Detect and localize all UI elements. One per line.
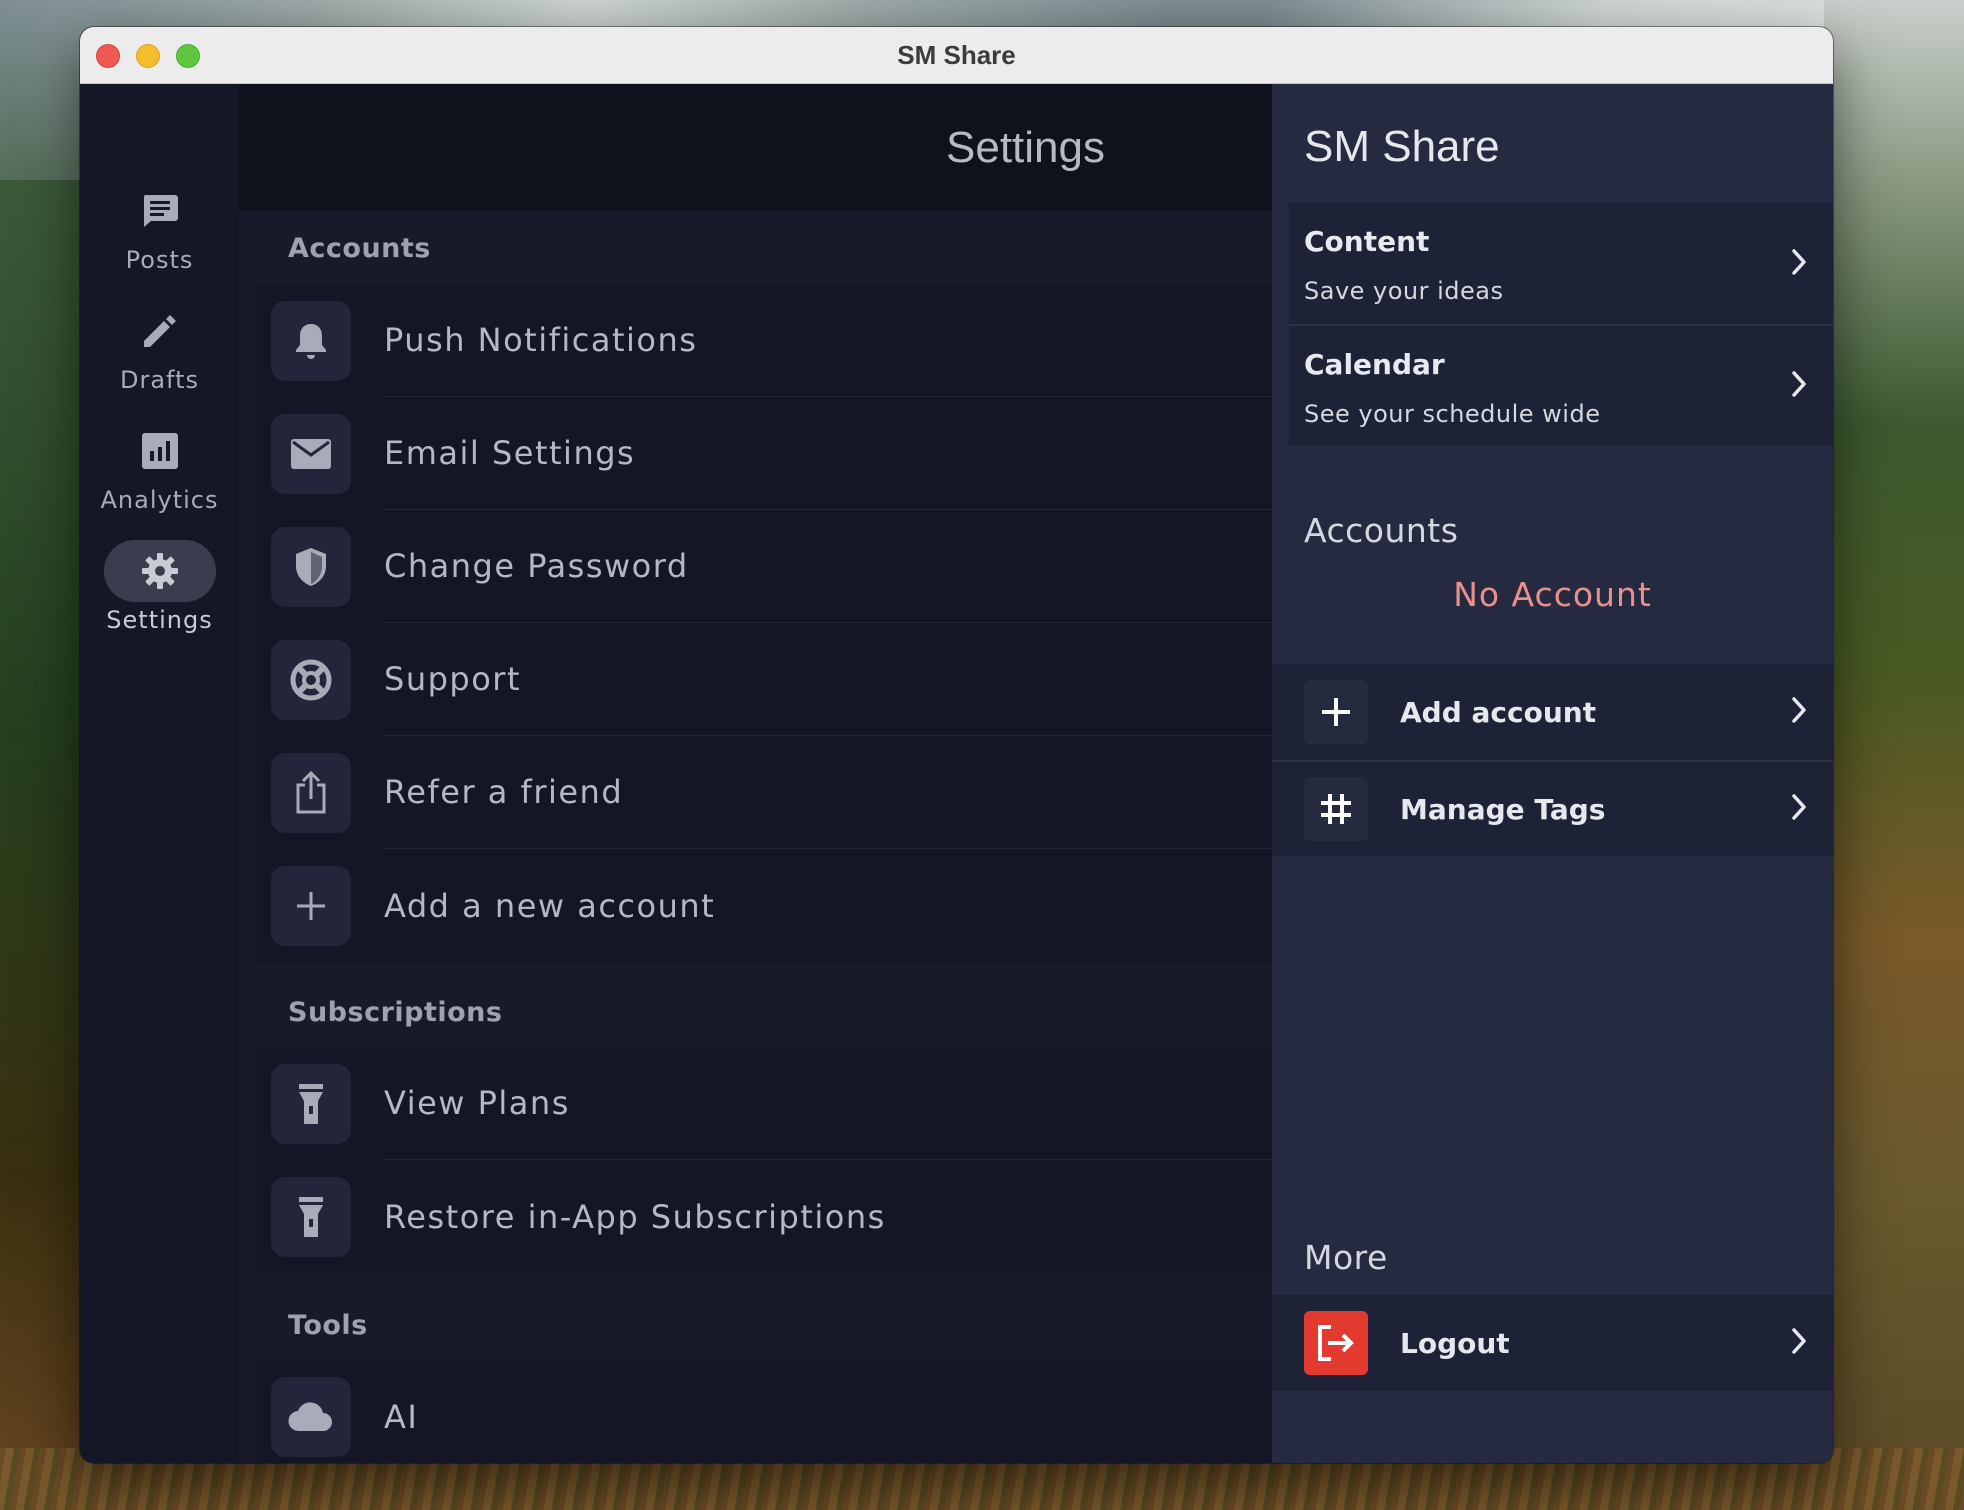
cloud-icon <box>271 1376 351 1457</box>
sidebar-item-label: Settings <box>106 606 213 634</box>
section-title-subscriptions: Subscriptions <box>288 997 503 1028</box>
sidebar-item-label: Analytics <box>100 486 219 514</box>
settings-row-ai[interactable]: AI <box>256 1360 1272 1463</box>
row-label: View Plans <box>384 1047 1272 1160</box>
chevron-right-icon <box>1791 793 1807 825</box>
settings-row-add-new-account[interactable]: Add a new account <box>256 849 1272 962</box>
bell-icon <box>271 300 351 381</box>
panel-section-more: More <box>1304 1238 1388 1277</box>
section-title-tools: Tools <box>288 1310 368 1341</box>
chevron-right-icon <box>1791 696 1807 728</box>
sidebar-item-posts[interactable]: Posts <box>80 180 239 292</box>
add-account-button[interactable]: Add account <box>1272 664 1833 760</box>
row-label: Restore in-App Subscriptions <box>384 1197 886 1236</box>
row-label: Change Password <box>384 510 1272 623</box>
row-label: Add a new account <box>384 886 716 925</box>
wallpaper-forest-left <box>0 180 90 1510</box>
row-label: AI <box>384 1397 419 1436</box>
panel-nav-content[interactable]: Content Save your ideas <box>1289 203 1833 324</box>
settings-row-refer-a-friend[interactable]: Refer a friend <box>256 736 1272 849</box>
settings-row-restore-subscriptions[interactable]: Restore in-App Subscriptions <box>256 1160 1272 1273</box>
sidebar-item-settings[interactable]: Settings <box>80 540 239 652</box>
sidebar-item-analytics[interactable]: Analytics <box>80 420 239 532</box>
logout-icon <box>1304 1311 1368 1375</box>
accounts-actions: Add account Manage Tags <box>1272 664 1833 856</box>
settings-row-push-notifications[interactable]: Push Notifications <box>256 284 1272 397</box>
section-title-accounts: Accounts <box>288 233 431 264</box>
hashtag-icon <box>1304 777 1368 841</box>
shield-icon <box>271 526 351 607</box>
close-window-button[interactable] <box>96 44 120 68</box>
side-panel: SM Share Content Save your ideas Calenda… <box>1272 84 1833 1463</box>
title-bar[interactable]: SM Share <box>80 27 1833 84</box>
minimize-window-button[interactable] <box>136 44 160 68</box>
chevron-right-icon <box>1791 1327 1807 1359</box>
more-actions: Logout <box>1272 1295 1833 1391</box>
settings-header: Settings <box>239 84 1272 211</box>
flashlight-icon <box>271 1063 351 1144</box>
action-label: Logout <box>1400 1326 1510 1360</box>
share-icon <box>271 752 351 833</box>
settings-row-email-settings[interactable]: Email Settings <box>256 397 1272 510</box>
sidebar-item-drafts[interactable]: Drafts <box>80 300 239 412</box>
flashlight-icon <box>271 1176 351 1257</box>
plus-icon <box>271 865 351 946</box>
gear-icon <box>103 540 216 602</box>
settings-row-change-password[interactable]: Change Password <box>256 510 1272 623</box>
window-title: SM Share <box>897 39 1016 70</box>
accounts-group: Push Notifications Email Settings Change… <box>256 284 1272 962</box>
wallpaper-vineyard-right <box>1824 0 1964 1510</box>
nav-subtitle: Save your ideas <box>1304 277 1504 305</box>
window-controls <box>96 44 200 68</box>
sidebar: Posts Drafts Analytics Settings <box>80 84 239 1463</box>
manage-tags-button[interactable]: Manage Tags <box>1272 760 1833 856</box>
pencil-icon <box>104 300 216 362</box>
subscriptions-group: View Plans Restore in-App Subscriptions <box>256 1047 1272 1273</box>
lifebuoy-icon <box>271 639 351 720</box>
logout-button[interactable]: Logout <box>1272 1295 1833 1391</box>
row-label: Email Settings <box>384 397 1272 510</box>
panel-nav-card: Content Save your ideas Calendar See you… <box>1289 203 1833 445</box>
plus-icon <box>1304 680 1368 744</box>
no-account-box: No Account <box>1272 544 1833 644</box>
nav-subtitle: See your schedule wide <box>1304 400 1601 428</box>
app-window: SM Share Posts Drafts Analytics Settings… <box>80 27 1833 1463</box>
nav-title: Content <box>1304 225 1430 258</box>
panel-title: SM Share <box>1304 122 1500 171</box>
envelope-icon <box>271 413 351 494</box>
settings-main: Settings Accounts Push Notifications Ema… <box>239 84 1272 1463</box>
row-label: Refer a friend <box>384 736 1272 849</box>
settings-scroll-area[interactable]: Accounts Push Notifications Email Settin… <box>239 211 1272 1463</box>
settings-row-view-plans[interactable]: View Plans <box>256 1047 1272 1160</box>
page-title: Settings <box>946 122 1105 172</box>
action-label: Add account <box>1400 695 1597 729</box>
row-label: Support <box>384 623 1272 736</box>
no-account-text: No Account <box>1453 574 1652 614</box>
panel-nav-calendar[interactable]: Calendar See your schedule wide <box>1289 324 1833 445</box>
settings-row-support[interactable]: Support <box>256 623 1272 736</box>
chevron-right-icon <box>1791 248 1807 280</box>
analytics-icon <box>104 420 216 482</box>
row-label: Push Notifications <box>384 284 1272 397</box>
chevron-right-icon <box>1791 370 1807 402</box>
nav-title: Calendar <box>1304 348 1445 381</box>
sidebar-item-label: Posts <box>125 246 194 274</box>
action-label: Manage Tags <box>1400 792 1606 826</box>
tools-group: AI <box>256 1360 1272 1463</box>
maximize-window-button[interactable] <box>176 44 200 68</box>
posts-icon <box>104 180 216 242</box>
sidebar-item-label: Drafts <box>120 366 199 394</box>
